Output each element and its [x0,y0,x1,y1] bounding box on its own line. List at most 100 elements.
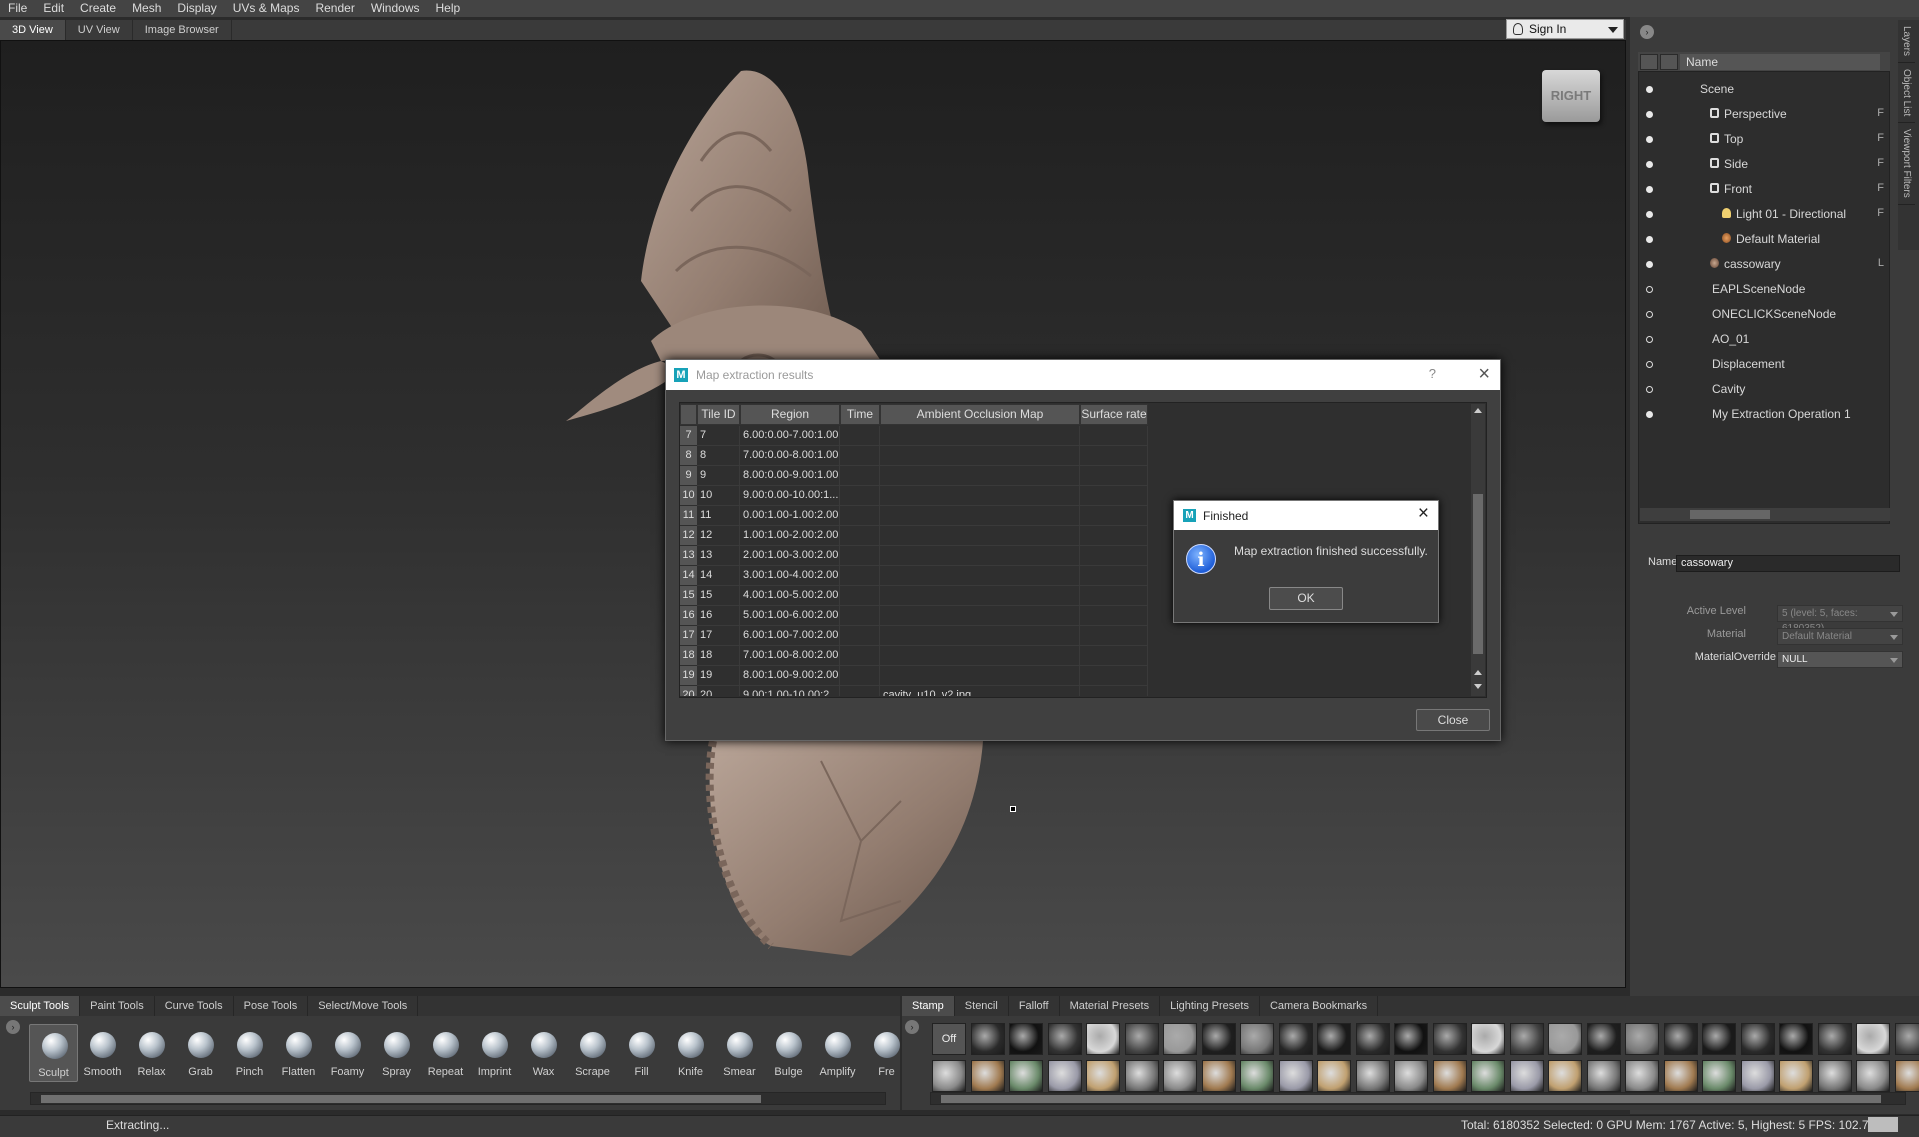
tab-camera-bookmarks[interactable]: Camera Bookmarks [1260,996,1379,1016]
corner-header[interactable] [680,404,697,425]
name-column-header[interactable]: Name [1680,54,1880,70]
table-row[interactable]: 8 8 7.00:0.00-8.00:1.00 [680,446,1150,466]
stamp-thumbnail[interactable] [1240,1023,1274,1055]
tool-smooth[interactable]: Smooth [78,1024,127,1082]
tab-paint-tools[interactable]: Paint Tools [80,996,155,1016]
stamp-thumbnail[interactable] [1355,1060,1390,1092]
stamp-thumbnail[interactable] [970,1023,1005,1055]
visibility-dot-icon[interactable] [1646,186,1653,193]
tool-amplify[interactable]: Amplify [813,1024,862,1082]
visibility-dot-icon[interactable] [1646,161,1653,168]
table-row[interactable]: 15 15 4.00:1.00-5.00:2.00 [680,586,1150,606]
tab-falloff[interactable]: Falloff [1009,996,1060,1016]
stamp-thumbnail[interactable] [1817,1023,1852,1055]
side-tab-layers[interactable]: Layers [1898,20,1915,64]
table-row[interactable]: 7 7 6.00:0.00-7.00:1.00 [680,426,1150,446]
stamp-thumbnail[interactable] [1509,1060,1544,1092]
column-header[interactable]: Region [740,404,840,425]
table-row[interactable]: 18 18 7.00:1.00-8.00:2.00 [680,646,1150,666]
table-row[interactable]: 20 20 9.00:1.00-10.00:2... cavity_u10_v2.jp… [680,686,1150,696]
tool-knife[interactable]: Knife [666,1024,715,1082]
stamp-thumbnail[interactable] [1779,1060,1813,1092]
stamp-thumbnail[interactable] [1471,1060,1505,1092]
stamp-thumbnail[interactable] [932,1060,966,1092]
side-tab-object-list[interactable]: Object List [1898,63,1915,124]
tool-foamy[interactable]: Foamy [323,1024,372,1082]
tab-image-browser[interactable]: Image Browser [133,20,232,40]
tool-spray[interactable]: Spray [372,1024,421,1082]
tool-grab[interactable]: Grab [176,1024,225,1082]
table-row[interactable]: 16 16 5.00:1.00-6.00:2.00 [680,606,1150,626]
stamp-thumbnail[interactable] [1625,1060,1659,1092]
visibility-dot-icon[interactable] [1646,261,1653,268]
stamp-thumbnail[interactable] [1586,1023,1621,1055]
tool-smear[interactable]: Smear [715,1024,764,1082]
tool-tray-scrollbar[interactable] [30,1092,886,1105]
visibility-column-icon[interactable] [1640,54,1658,70]
list-item[interactable]: Displacement [1638,352,1890,377]
stamp-thumbnail[interactable] [1047,1060,1082,1092]
tool-fre[interactable]: Fre [862,1024,911,1082]
tool-imprint[interactable]: Imprint [470,1024,519,1082]
list-item[interactable]: My Extraction Operation 1 [1638,402,1890,427]
stamp-thumbnail[interactable] [1702,1060,1736,1092]
column-header[interactable]: Ambient Occlusion Map [880,404,1080,425]
tool-wax[interactable]: Wax [519,1024,568,1082]
visibility-dot-icon[interactable] [1646,386,1653,393]
tab-pose-tools[interactable]: Pose Tools [234,996,309,1016]
stamp-thumbnail[interactable] [1163,1060,1197,1092]
tool-sculpt[interactable]: Sculpt [29,1024,78,1082]
stamp-thumbnail[interactable] [1317,1023,1351,1055]
table-row[interactable]: 17 17 6.00:1.00-7.00:2.00 [680,626,1150,646]
list-item[interactable]: Cavity [1638,377,1890,402]
tool-repeat[interactable]: Repeat [421,1024,470,1082]
visibility-dot-icon[interactable] [1646,211,1653,218]
stamp-thumbnail[interactable] [1432,1023,1467,1055]
list-item[interactable]: EAPLSceneNode [1638,277,1890,302]
visibility-dot-icon[interactable] [1646,311,1653,318]
tab-material-presets[interactable]: Material Presets [1060,996,1161,1016]
active-level-select[interactable]: 5 (level: 5, faces: 6180352) [1777,605,1903,634]
stamp-thumbnail[interactable] [1740,1060,1775,1092]
stamp-thumbnail[interactable] [1548,1023,1582,1055]
menu-render[interactable]: Render [307,0,362,17]
list-item[interactable]: Scene [1638,77,1890,102]
stamp-thumbnail[interactable] [1355,1023,1390,1055]
tab-lighting-presets[interactable]: Lighting Presets [1160,996,1260,1016]
stamp-thumbnail[interactable] [1509,1023,1544,1055]
material-select[interactable]: Default Material [1777,628,1903,645]
tool-relax[interactable]: Relax [127,1024,176,1082]
list-item[interactable]: Side F [1638,152,1890,177]
list-item[interactable]: Top F [1638,127,1890,152]
tab-3d-view[interactable]: 3D View [0,20,66,40]
visibility-dot-icon[interactable] [1646,136,1653,143]
panel-toggle-icon[interactable]: › [1640,25,1654,39]
stamp-thumbnail[interactable] [1817,1060,1852,1092]
stamp-thumbnail[interactable] [1086,1060,1120,1092]
close-button[interactable]: Close [1416,709,1490,731]
tool-fill[interactable]: Fill [617,1024,666,1082]
list-item[interactable]: Light 01 - Directional F [1638,202,1890,227]
stamp-thumbnail[interactable] [1124,1060,1159,1092]
stamp-thumbnail[interactable] [1894,1060,1919,1092]
stamp-thumbnail[interactable] [1779,1023,1813,1055]
stamp-thumbnail[interactable] [1702,1023,1736,1055]
stamp-thumbnail[interactable] [1856,1060,1890,1092]
tool-bulge[interactable]: Bulge [764,1024,813,1082]
close-icon[interactable]: × [1418,503,1429,525]
list-item[interactable]: cassowary L [1638,252,1890,277]
tool-pinch[interactable]: Pinch [225,1024,274,1082]
view-cube[interactable]: RIGHT [1542,70,1600,122]
stamp-thumbnail[interactable] [970,1060,1005,1092]
stamp-off[interactable]: Off [932,1023,966,1055]
tab-curve-tools[interactable]: Curve Tools [155,996,234,1016]
tab-stencil[interactable]: Stencil [955,996,1009,1016]
stamp-thumbnail[interactable] [1124,1023,1159,1055]
close-icon[interactable]: × [1478,363,1490,386]
side-tab-viewport-filters[interactable]: Viewport Filters [1898,123,1915,205]
stamp-thumbnail[interactable] [1625,1023,1659,1055]
stamp-thumbnail[interactable] [1240,1060,1274,1092]
sign-in-dropdown[interactable]: Sign In [1506,19,1624,39]
tool-flatten[interactable]: Flatten [274,1024,323,1082]
table-row[interactable]: 9 9 8.00:0.00-9.00:1.00 [680,466,1150,486]
